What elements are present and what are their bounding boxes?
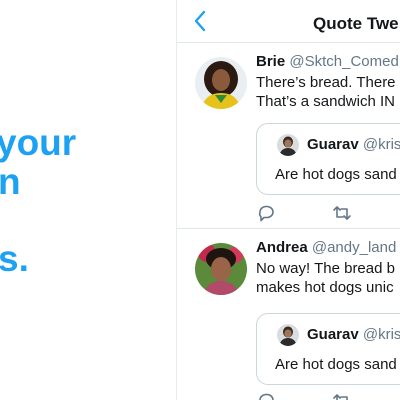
phone-screen: Quote Twe Brie @Sktch_Comed There’s brea… <box>176 0 400 400</box>
promo-line-3: s. <box>0 238 29 279</box>
tweet-text: There’s bread. There That’s a sandwich I… <box>256 73 400 111</box>
tweet-actions <box>256 203 376 223</box>
tweet-author: Brie @Sktch_Comed <box>256 53 399 70</box>
promo-line-2: n <box>0 161 21 202</box>
avatar[interactable] <box>195 57 247 109</box>
author-handle: @kris <box>362 326 400 343</box>
retweet-icon[interactable] <box>332 203 352 223</box>
tweet-text-line: There’s bread. There <box>256 74 396 91</box>
avatar[interactable] <box>195 243 247 295</box>
tweet[interactable]: Brie @Sktch_Comed There’s bread. There T… <box>177 43 400 229</box>
author-handle: @kris <box>362 136 400 153</box>
reply-icon[interactable] <box>256 203 276 223</box>
tweet-text-line: That’s a sandwich IN <box>256 93 395 110</box>
retweet-icon[interactable] <box>332 391 352 400</box>
tweet-text-line: makes hot dogs unic <box>256 279 394 296</box>
avatar <box>277 324 299 346</box>
author-name: Guarav <box>307 136 359 153</box>
chevron-left-icon[interactable] <box>193 10 207 32</box>
tweet-actions <box>256 391 376 400</box>
quoted-author: Guarav @kris <box>307 326 400 343</box>
reply-icon[interactable] <box>256 391 276 400</box>
author-handle[interactable]: @Sktch_Comed <box>289 53 398 70</box>
quoted-tweet[interactable]: Guarav @kris Are hot dogs sand <box>256 313 400 385</box>
quoted-author: Guarav @kris <box>307 136 400 153</box>
author-handle[interactable]: @andy_land <box>312 239 396 256</box>
tweet[interactable]: Andrea @andy_land No way! The bread b ma… <box>177 229 400 400</box>
author-name[interactable]: Brie <box>256 53 285 70</box>
promo-line-1: your <box>0 122 77 163</box>
tweet-text: No way! The bread b makes hot dogs unic <box>256 259 400 297</box>
promo-headline: your n s. <box>0 0 176 400</box>
author-name[interactable]: Andrea <box>256 239 308 256</box>
quoted-tweet[interactable]: Guarav @kris Are hot dogs sand <box>256 123 400 195</box>
avatar <box>277 134 299 156</box>
tweet-text-line: No way! The bread b <box>256 260 395 277</box>
author-name: Guarav <box>307 326 359 343</box>
quoted-text: Are hot dogs sand <box>275 356 397 373</box>
page-title: Quote Twe <box>313 14 399 33</box>
tweet-author: Andrea @andy_land <box>256 239 396 256</box>
quoted-text: Are hot dogs sand <box>275 166 397 183</box>
nav-bar: Quote Twe <box>177 0 400 43</box>
